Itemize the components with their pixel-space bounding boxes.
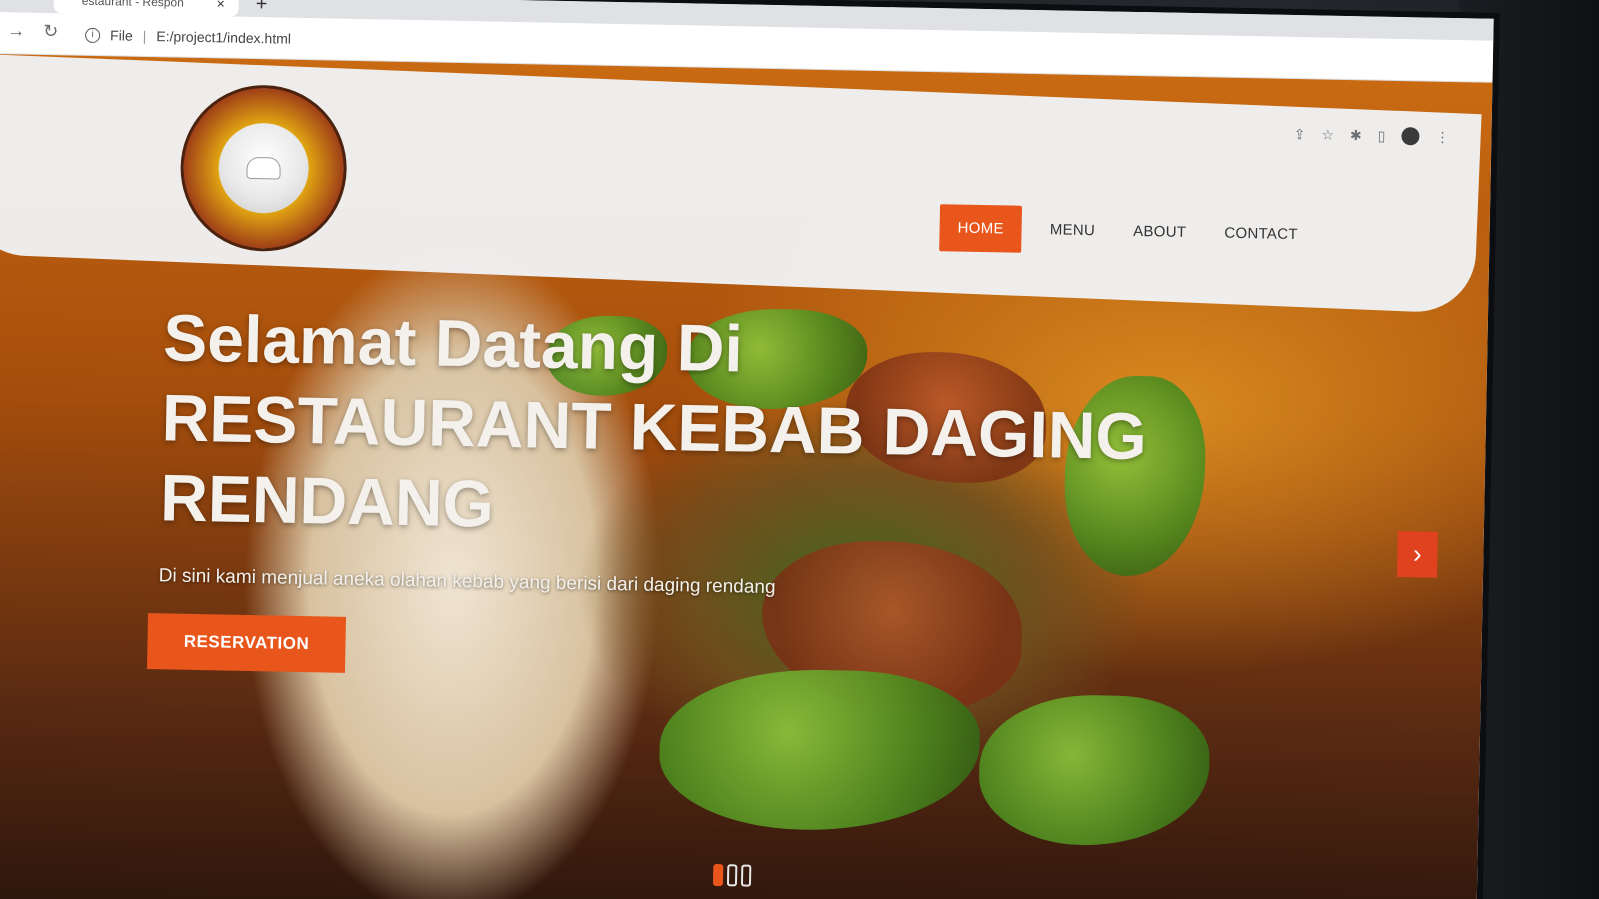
nav-menu[interactable]: MENU	[1039, 207, 1105, 253]
star-icon[interactable]: ☆	[1321, 126, 1334, 143]
profile-icon[interactable]	[1401, 127, 1420, 146]
carousel-dot[interactable]	[712, 863, 724, 887]
tab-title: estaurant - Respon	[81, 0, 184, 10]
website: HOME MENU ABOUT CONTACT Selamat Datang D…	[0, 53, 1493, 899]
address-path: E:/project1/index.html	[156, 28, 292, 47]
carousel-next-icon[interactable]: ›	[1396, 531, 1438, 578]
lettuce-shape	[977, 693, 1211, 848]
close-tab-icon[interactable]: ×	[216, 0, 224, 11]
hero-content: Selamat Datang Di RESTAURANT KEBAB DAGIN…	[159, 297, 1164, 606]
address-separator: |	[142, 27, 147, 44]
photo-stage: estaurant - Respon × + → ↻ i File | E:/p…	[0, 0, 1599, 899]
lettuce-shape	[658, 666, 982, 834]
reservation-button[interactable]: RESERVATION	[146, 613, 347, 673]
main-nav: HOME MENU ABOUT CONTACT	[939, 204, 1308, 258]
info-icon[interactable]: i	[85, 27, 101, 43]
browser-window: estaurant - Respon × + → ↻ i File | E:/p…	[0, 0, 1494, 899]
forward-icon[interactable]: →	[7, 20, 25, 41]
extensions-icon[interactable]: ✱	[1350, 127, 1362, 144]
hero-title-line1: Selamat Datang Di	[162, 300, 744, 386]
hero-title-line2: RESTAURANT KEBAB DAGING RENDANG	[159, 380, 1148, 541]
address-scheme: File	[109, 27, 133, 44]
logo-emblem	[217, 122, 310, 215]
carousel-indicators	[712, 863, 752, 887]
nav-home[interactable]: HOME	[939, 204, 1023, 253]
share-icon[interactable]: ⇪	[1294, 125, 1306, 142]
new-tab-button[interactable]: +	[256, 0, 268, 16]
nav-contact[interactable]: CONTACT	[1214, 210, 1308, 257]
chef-hat-icon	[246, 156, 281, 180]
browser-actions: ⇪ ☆ ✱ ▯ ⋮	[1294, 125, 1450, 146]
sidepanel-icon[interactable]: ▯	[1378, 127, 1386, 144]
reload-icon[interactable]: ↻	[43, 21, 58, 42]
kebab-menu-icon[interactable]: ⋮	[1435, 128, 1449, 145]
nav-about[interactable]: ABOUT	[1123, 209, 1197, 255]
carousel-dot[interactable]	[740, 864, 752, 887]
hero-title: Selamat Datang Di RESTAURANT KEBAB DAGIN…	[160, 297, 1164, 556]
carousel-dot[interactable]	[726, 864, 738, 887]
